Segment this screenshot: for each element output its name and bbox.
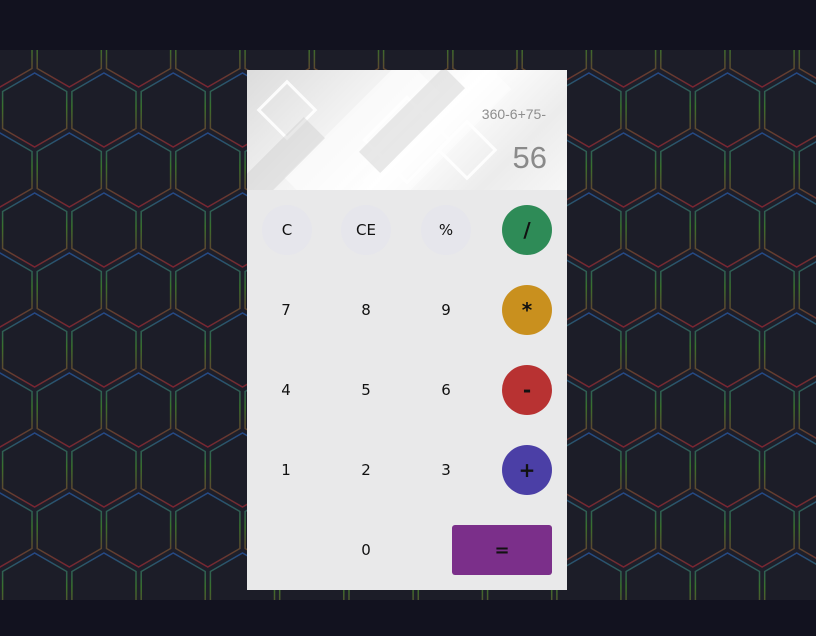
digit-8-button[interactable]: 8	[341, 285, 391, 335]
hexagon-cell	[71, 312, 137, 388]
hexagon-cell	[660, 132, 726, 208]
hexagon-cell	[36, 372, 103, 448]
hexagon-cell	[71, 192, 137, 268]
hexagon-cell	[0, 132, 33, 208]
digit-7-button[interactable]: 7	[261, 285, 311, 335]
hexagon-cell	[1, 192, 68, 268]
hexagon-cell	[590, 372, 657, 448]
hexagon-cell	[71, 432, 137, 508]
hexagon-cell	[1, 72, 68, 148]
hexagon-cell	[140, 72, 206, 148]
digit-1-button[interactable]: 1	[261, 445, 311, 495]
digit-0-button[interactable]: 0	[341, 525, 391, 575]
hexagon-cell	[175, 372, 241, 448]
subtract-button[interactable]: -	[502, 365, 552, 415]
hexagon-cell	[0, 252, 33, 328]
hexagon-cell	[729, 252, 795, 328]
multiply-button[interactable]: *	[502, 285, 552, 335]
hexagon-cell	[105, 372, 172, 448]
expression-display: 360-6+75-	[481, 106, 546, 122]
hexagon-cell	[36, 252, 103, 328]
hexagon-cell	[0, 372, 33, 448]
hexagon-cell	[175, 252, 241, 328]
percent-button[interactable]: %	[421, 205, 471, 255]
hexagon-cell	[105, 492, 172, 568]
hexagon-cell	[175, 132, 241, 208]
hexagon-cell	[625, 432, 691, 508]
hexagon-cell	[0, 492, 33, 568]
hexagon-cell	[36, 132, 103, 208]
clear-entry-button[interactable]: CE	[341, 205, 391, 255]
hexagon-cell	[763, 192, 816, 268]
digit-4-button[interactable]: 4	[261, 365, 311, 415]
calculator: 360-6+75- 56 C CE % / 7 8 9 * 4 5 6 - 1 …	[247, 70, 567, 590]
hexagon-cell	[1, 312, 68, 388]
hexagon-cell	[175, 492, 241, 568]
hexagon-cell	[625, 192, 691, 268]
digit-2-button[interactable]: 2	[341, 445, 391, 495]
hexagon-cell	[694, 312, 761, 388]
hexagon-cell	[140, 432, 206, 508]
result-display: 56	[512, 140, 547, 175]
hexagon-cell	[625, 72, 691, 148]
hexagon-cell	[36, 492, 103, 568]
hexagon-cell	[105, 132, 172, 208]
hexagon-cell	[729, 372, 795, 448]
hexagon-cell	[694, 192, 761, 268]
hexagon-cell	[660, 372, 726, 448]
hexagon-cell	[729, 492, 795, 568]
divide-button[interactable]: /	[502, 205, 552, 255]
hexagon-cell	[729, 132, 795, 208]
digit-6-button[interactable]: 6	[421, 365, 471, 415]
hexagon-cell	[660, 492, 726, 568]
hexagon-cell	[590, 132, 657, 208]
hexagon-cell	[694, 72, 761, 148]
digit-3-button[interactable]: 3	[421, 445, 471, 495]
hexagon-cell	[660, 252, 726, 328]
clear-button[interactable]: C	[262, 205, 312, 255]
hexagon-cell	[694, 432, 761, 508]
display-panel: 360-6+75- 56	[247, 70, 567, 190]
add-button[interactable]: +	[502, 445, 552, 495]
hexagon-cell	[105, 252, 172, 328]
digit-9-button[interactable]: 9	[421, 285, 471, 335]
hexagon-cell	[763, 312, 816, 388]
hexagon-cell	[1, 432, 68, 508]
hexagon-cell	[763, 432, 816, 508]
hexagon-cell	[590, 492, 657, 568]
equals-button[interactable]: =	[452, 525, 552, 575]
hexagon-cell	[71, 72, 137, 148]
digit-5-button[interactable]: 5	[341, 365, 391, 415]
hexagon-cell	[140, 192, 206, 268]
hexagon-cell	[625, 312, 691, 388]
hexagon-cell	[763, 72, 816, 148]
hexagon-cell	[590, 252, 657, 328]
hexagon-cell	[140, 312, 206, 388]
